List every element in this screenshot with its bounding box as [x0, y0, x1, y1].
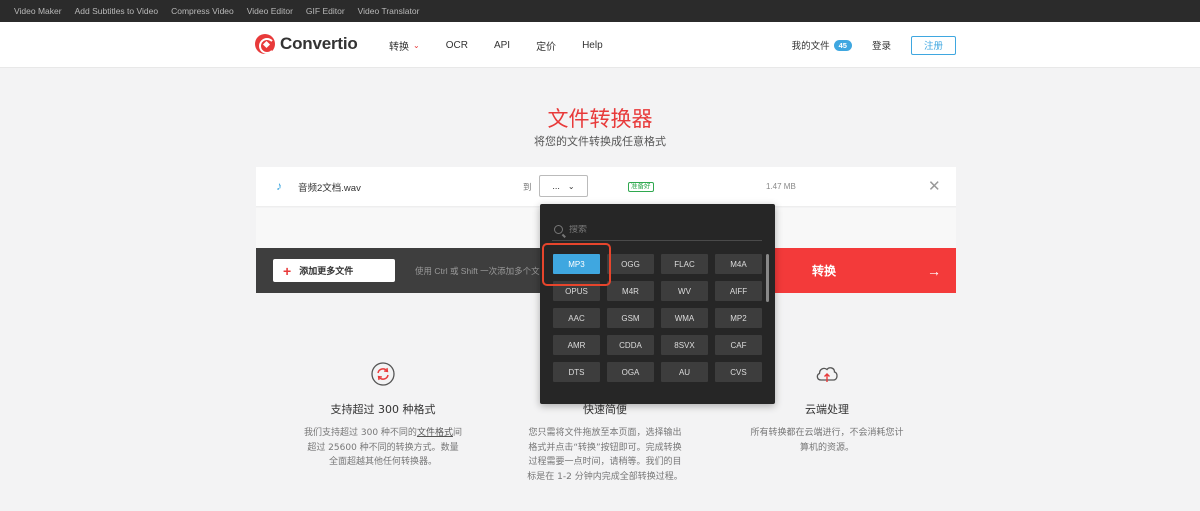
to-label: 到: [523, 182, 532, 192]
format-option-aiff[interactable]: AIFF: [715, 281, 762, 301]
dropdown-scrollbar[interactable]: [766, 254, 769, 302]
topbar-link-video-translator[interactable]: Video Translator: [358, 6, 420, 16]
main-nav: 转换 ⌄ OCR API 定价 Help: [389, 22, 603, 68]
topbar-link-gif-editor[interactable]: GIF Editor: [306, 6, 345, 16]
page-subtitle: 将您的文件转换成任意格式: [534, 135, 666, 148]
add-more-files-button[interactable]: + 添加更多文件: [273, 259, 395, 282]
format-option-m4a[interactable]: M4A: [715, 254, 762, 274]
convertio-logo[interactable]: Convertio: [255, 34, 358, 54]
nav-api[interactable]: API: [494, 40, 510, 51]
logo-text: Convertio: [280, 34, 358, 53]
site-header: Convertio 转换 ⌄ OCR API 定价 Help 我的文件 45 登…: [0, 22, 1200, 68]
format-option-m4r[interactable]: M4R: [607, 281, 654, 301]
nav-pricing[interactable]: 定价: [536, 38, 556, 53]
format-dropdown: MP3OGGFLACM4AOPUSM4RWVAIFFAACGSMWMAMP2AM…: [540, 204, 775, 404]
my-files-count-badge: 45: [833, 39, 852, 51]
nav-help[interactable]: Help: [582, 40, 603, 51]
feature-formats: 支持超过 300 种格式 我们支持超过 300 种不同的文件格式间超过 2560…: [303, 361, 463, 470]
file-row: ♪ 音频2文档.wav 到 ... ⌄ 准备好 1.47 MB ✕: [256, 167, 956, 207]
format-option-ogg[interactable]: OGG: [607, 254, 654, 274]
file-formats-link[interactable]: 文件格式: [417, 428, 453, 438]
format-option-mp2[interactable]: MP2: [715, 308, 762, 328]
music-note-icon: ♪: [276, 179, 282, 193]
feature-description-text: 我们支持超过 300 种不同的: [304, 428, 417, 438]
plus-icon: +: [283, 262, 292, 279]
format-search-input[interactable]: [569, 224, 749, 235]
format-option-dts[interactable]: DTS: [553, 362, 600, 382]
login-link[interactable]: 登录: [872, 38, 891, 52]
convertio-logo-icon: [255, 34, 275, 54]
format-select-value: ...: [552, 181, 560, 191]
format-search: [552, 219, 762, 241]
format-option-gsm[interactable]: GSM: [607, 308, 654, 328]
feature-description: 所有转换都在云端进行，不会消耗您计算机的资源。: [750, 428, 904, 453]
topbar-link-add-subtitles[interactable]: Add Subtitles to Video: [75, 6, 159, 16]
top-links-bar: Video Maker Add Subtitles to Video Compr…: [0, 0, 1200, 22]
nav-convert[interactable]: 转换 ⌄: [389, 38, 420, 53]
multi-select-hint: 使用 Ctrl 或 Shift 一次添加多个文件: [415, 266, 549, 276]
cloud-upload-icon: [816, 367, 838, 382]
format-option-wma[interactable]: WMA: [661, 308, 708, 328]
format-select[interactable]: ... ⌄: [539, 175, 588, 197]
convert-label: 转换: [812, 264, 837, 278]
format-option-flac[interactable]: FLAC: [661, 254, 708, 274]
register-button[interactable]: 注册: [911, 35, 956, 55]
status-badge: 准备好: [628, 182, 654, 192]
format-option-au[interactable]: AU: [661, 362, 708, 382]
format-option-8svx[interactable]: 8SVX: [661, 335, 708, 355]
convert-button[interactable]: 转换 →: [765, 248, 956, 293]
file-name: 音频2文档.wav: [298, 183, 361, 194]
nav-convert-label: 转换: [389, 41, 409, 53]
search-icon: [554, 225, 563, 234]
format-option-wv[interactable]: WV: [661, 281, 708, 301]
remove-file-icon[interactable]: ✕: [928, 177, 941, 195]
chevron-down-icon: ⌄: [413, 40, 420, 50]
my-files-link[interactable]: 我的文件 45: [792, 38, 852, 52]
format-option-oga[interactable]: OGA: [607, 362, 654, 382]
format-option-cvs[interactable]: CVS: [715, 362, 762, 382]
refresh-circle-icon: [371, 362, 395, 386]
topbar-link-video-editor[interactable]: Video Editor: [247, 6, 293, 16]
feature-title: 支持超过 300 种格式: [330, 403, 436, 416]
format-option-caf[interactable]: CAF: [715, 335, 762, 355]
chevron-down-icon: ⌄: [567, 181, 575, 191]
selection-highlight-box: [542, 243, 611, 286]
my-files-label: 我的文件: [791, 41, 830, 52]
nav-ocr[interactable]: OCR: [446, 40, 468, 51]
page-title: 文件转换器: [547, 107, 653, 131]
format-option-cdda[interactable]: CDDA: [607, 335, 654, 355]
format-option-aac[interactable]: AAC: [553, 308, 600, 328]
format-option-amr[interactable]: AMR: [553, 335, 600, 355]
header-account: 我的文件 45 登录 注册: [792, 22, 956, 68]
topbar-link-video-maker[interactable]: Video Maker: [14, 6, 62, 16]
topbar-link-compress-video[interactable]: Compress Video: [171, 6, 234, 16]
feature-description: 我们支持超过 300 种不同的文件格式间超过 25600 种不同的转换方式。数量…: [303, 426, 463, 470]
file-size: 1.47 MB: [766, 182, 796, 191]
add-more-files-label: 添加更多文件: [299, 266, 354, 276]
feature-description: 您只需将文件拖放至本页面，选择输出格式并点击“转换”按钮即可。完成转换过程需要一…: [527, 428, 683, 482]
arrow-right-icon: →: [927, 262, 941, 279]
